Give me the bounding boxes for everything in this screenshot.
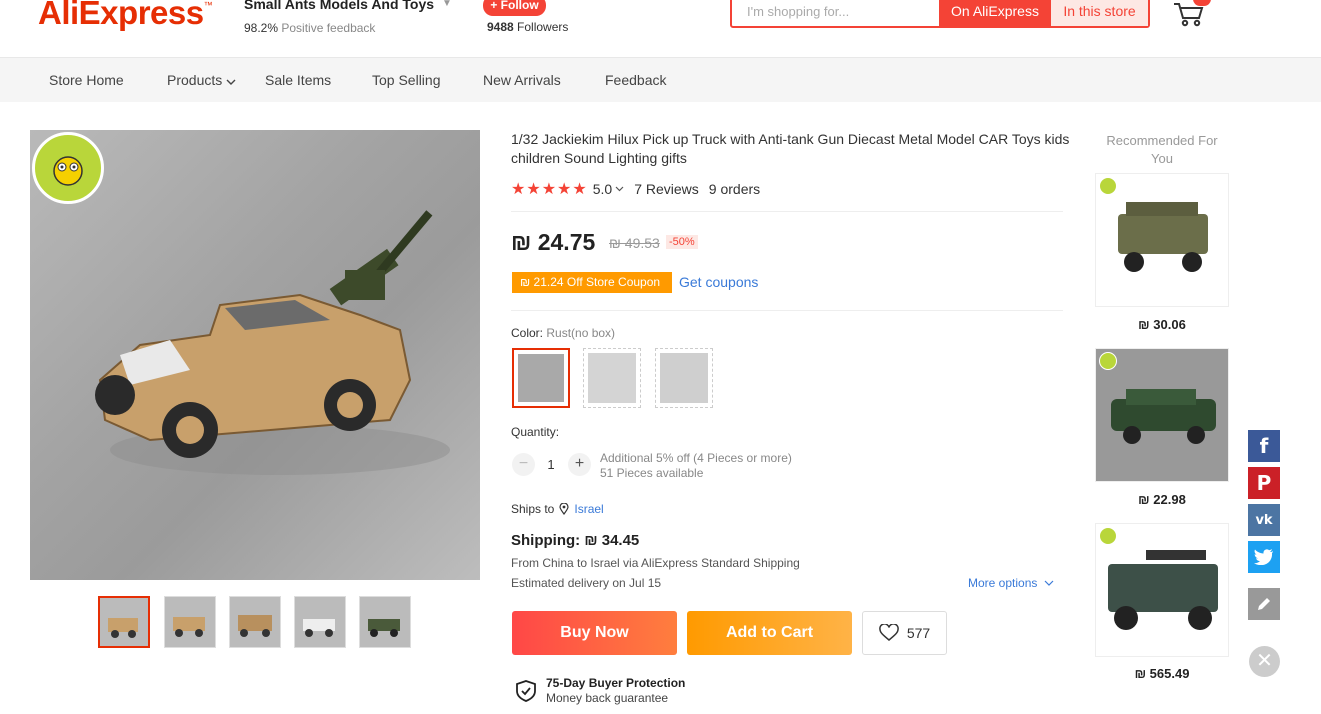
store-nav: Store Home Products Sale Items Top Selli…: [0, 58, 1321, 102]
store-feedback: 98.2% Positive feedback: [244, 21, 375, 35]
buyer-protection-subtitle: Money back guarantee: [546, 691, 669, 705]
brand-logo-badge: [1099, 177, 1117, 195]
recommended-price-3: ₪ 565.49: [1134, 666, 1190, 681]
search-on-aliexpress-button[interactable]: On AliExpress: [939, 0, 1051, 26]
brand-logo-badge: [1099, 352, 1117, 370]
chevron-down-icon[interactable]: ▼: [442, 0, 452, 9]
followers-number: 9488: [487, 20, 514, 34]
divider: [511, 211, 1063, 212]
color-swatch-gray[interactable]: [655, 348, 713, 408]
nav-products-label: Products: [167, 72, 223, 88]
edit-icon[interactable]: [1248, 588, 1280, 620]
nav-feedback[interactable]: Feedback: [605, 72, 666, 88]
chevron-down-icon: [226, 79, 236, 85]
bulk-discount-note: Additional 5% off (4 Pieces or more): [600, 451, 792, 465]
store-name[interactable]: Small Ants Models And Toys: [244, 0, 434, 12]
recommended-item-1[interactable]: [1095, 173, 1229, 307]
follow-button[interactable]: + Follow: [483, 0, 546, 16]
ships-to-country[interactable]: Israel: [574, 502, 603, 516]
color-label: Color: Rust(no box): [511, 326, 615, 340]
buyer-protection-title: 75-Day Buyer Protection: [546, 676, 686, 690]
color-swatch-white[interactable]: [583, 348, 641, 408]
recommended-price-1: ₪ 30.06: [1138, 317, 1186, 332]
ships-to-label: Ships to: [511, 502, 555, 516]
chevron-down-icon[interactable]: [615, 185, 624, 193]
rating-value[interactable]: 5.0: [593, 181, 612, 197]
color-swatch-rust[interactable]: [512, 348, 570, 408]
followers-count: 9488 Followers: [487, 20, 568, 34]
quantity-increase-button[interactable]: +: [568, 453, 591, 476]
rec-image: [1111, 389, 1216, 444]
thumbnail-2[interactable]: [164, 596, 216, 648]
facebook-icon[interactable]: f: [1248, 430, 1280, 462]
rec-image: [1108, 550, 1218, 630]
wishlist-button[interactable]: 577: [862, 611, 947, 655]
thumbnail-4[interactable]: [294, 596, 346, 648]
search-bar: On AliExpress In this store: [730, 0, 1150, 28]
header: AliExpress™ Small Ants Models And Toys ▼…: [0, 0, 1321, 58]
original-price: ₪ 49.53: [609, 235, 660, 251]
aliexpress-logo[interactable]: AliExpress™: [38, 0, 213, 32]
more-options-label: More options: [968, 576, 1038, 590]
truck-illustration: [95, 210, 450, 475]
current-price: ₪ 24.75: [511, 229, 596, 255]
location-pin-icon: [559, 503, 569, 515]
rating-row: ★★★★★ 5.0 7 Reviews 9 orders: [511, 180, 760, 198]
close-icon[interactable]: ✕: [1249, 646, 1280, 677]
ships-to-row: Ships to Israel: [511, 502, 604, 516]
pieces-available: 51 Pieces available: [600, 466, 704, 480]
thumbnail-5[interactable]: [359, 596, 411, 648]
store-coupon-badge[interactable]: ₪ 21.24 Off Store Coupon: [512, 272, 672, 293]
recommended-item-3[interactable]: [1095, 523, 1229, 657]
wishlist-count: 577: [906, 625, 931, 641]
nav-new-arrivals[interactable]: New Arrivals: [483, 72, 561, 88]
shipping-cost: Shipping: ₪ 34.45: [511, 532, 640, 549]
vk-icon[interactable]: vk: [1248, 504, 1280, 536]
more-shipping-options[interactable]: More options: [968, 576, 1054, 590]
estimated-delivery: Estimated delivery on Jul 15: [511, 576, 662, 590]
thumbnail-1[interactable]: [98, 596, 150, 648]
discount-badge: -50%: [666, 235, 698, 249]
rec-image: [1118, 202, 1208, 272]
heart-icon: [878, 624, 899, 641]
twitter-icon[interactable]: [1248, 541, 1280, 573]
feedback-label: Positive feedback: [281, 21, 376, 35]
orders-count: 9 orders: [708, 181, 761, 197]
thumbnail-3[interactable]: [229, 596, 281, 648]
pinterest-icon[interactable]: P: [1248, 467, 1280, 499]
nav-store-home[interactable]: Store Home: [49, 72, 124, 88]
search-input[interactable]: [732, 0, 939, 26]
add-to-cart-button[interactable]: Add to Cart: [687, 611, 852, 655]
rating-stars: ★★★★★: [511, 181, 587, 198]
buy-now-button[interactable]: Buy Now: [512, 611, 677, 655]
followers-label: Followers: [517, 20, 569, 34]
nav-sale-items[interactable]: Sale Items: [265, 72, 331, 88]
product-title: 1/32 Jackiekim Hilux Pick up Truck with …: [511, 131, 1070, 166]
shield-check-icon: [516, 680, 536, 702]
quantity-decrease-button[interactable]: −: [512, 453, 535, 476]
nav-products[interactable]: Products: [167, 72, 236, 88]
get-coupons-link[interactable]: Get coupons: [679, 274, 758, 290]
quantity-value[interactable]: 1: [543, 457, 559, 472]
divider: [511, 310, 1063, 311]
feedback-percent: 98.2%: [244, 21, 279, 35]
recommended-item-2[interactable]: [1095, 348, 1229, 482]
recommended-price-2: ₪ 22.98: [1138, 492, 1186, 507]
color-selected-value: Rust(no box): [546, 326, 616, 340]
color-label-text: Color:: [511, 326, 544, 340]
cart-count-badge: [1193, 0, 1211, 6]
nav-top-selling[interactable]: Top Selling: [372, 72, 441, 88]
product-main-image[interactable]: [30, 130, 480, 580]
brand-logo-badge: [1099, 527, 1117, 545]
quantity-label: Quantity:: [511, 425, 560, 439]
reviews-link[interactable]: 7 Reviews: [634, 181, 699, 197]
recommended-title: Recommended For You: [1106, 133, 1218, 166]
search-in-store-button[interactable]: In this store: [1051, 0, 1148, 26]
shipping-route: From China to Israel via AliExpress Stan…: [511, 556, 800, 570]
chevron-down-icon: [1044, 580, 1054, 586]
